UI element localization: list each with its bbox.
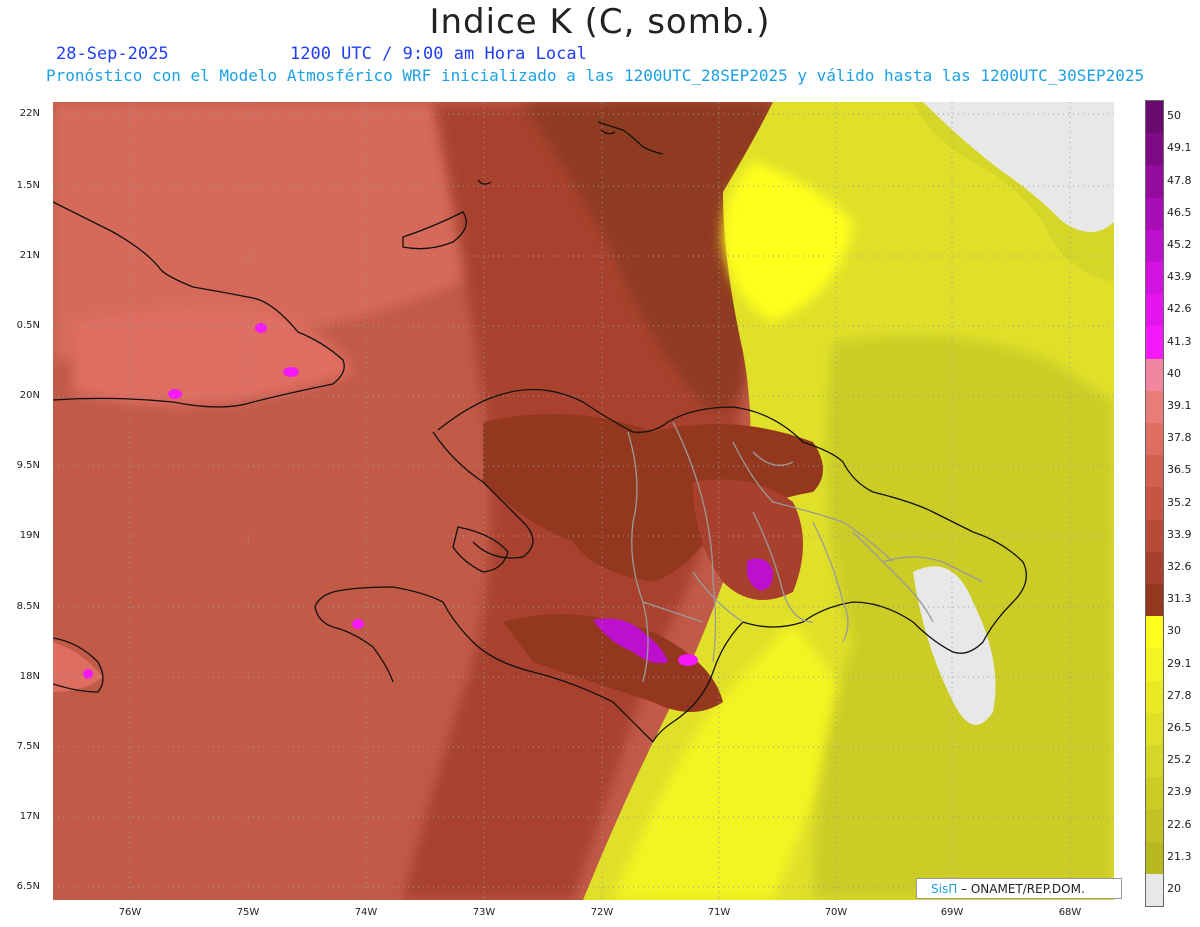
colorbar-box	[1146, 648, 1163, 682]
colorbar-box	[1146, 423, 1163, 456]
lat-label: 9.5N	[16, 460, 40, 471]
k-index-map	[53, 102, 1114, 900]
colorbar-box	[1146, 294, 1163, 327]
lon-label: 68W	[1058, 907, 1082, 918]
colorbar-box	[1146, 584, 1163, 617]
colorbar-label: 29.1	[1167, 656, 1192, 670]
colorbar-label: 49.1	[1167, 141, 1192, 155]
map-title: Indice K (C, somb.)	[429, 2, 771, 42]
colorbar-box	[1146, 745, 1163, 778]
colorbar-label: 37.8	[1167, 431, 1192, 445]
colorbar-box	[1146, 165, 1163, 199]
colorbar-box	[1146, 197, 1163, 231]
peak-cuba-1	[255, 323, 267, 333]
lat-label: 17N	[19, 811, 40, 822]
lon-label: 70W	[824, 907, 848, 918]
colorbar-box	[1146, 712, 1163, 746]
lat-label: 6.5N	[16, 881, 40, 892]
lat-label: 22N	[19, 108, 40, 119]
credit-brand: SisΠ	[931, 882, 958, 896]
colorbar-label: 50	[1167, 109, 1181, 123]
colorbar-box	[1146, 101, 1163, 134]
colorbar-label: 36.5	[1167, 463, 1192, 477]
peak-cuba-3	[168, 389, 182, 399]
colorbar-label: 47.8	[1167, 173, 1192, 187]
colorbar-box	[1146, 777, 1163, 810]
lon-label: 74W	[354, 907, 378, 918]
peak-haiti-se	[678, 654, 698, 666]
colorbar-box	[1146, 616, 1163, 649]
colorbar-label: 21.3	[1167, 849, 1192, 863]
colorbar-label: 30	[1167, 624, 1181, 638]
colorbar-box	[1146, 519, 1163, 553]
colorbar-label: 46.5	[1167, 205, 1192, 219]
colorbar-label: 35.2	[1167, 495, 1192, 509]
forecast-date: 28-Sep-2025	[56, 44, 169, 64]
colorbar-label: 26.5	[1167, 720, 1192, 734]
lon-label: 69W	[940, 907, 964, 918]
colorbar-label: 25.2	[1167, 753, 1192, 767]
colorbar-box	[1146, 390, 1163, 424]
lon-label: 72W	[590, 907, 614, 918]
colorbar-box	[1146, 809, 1163, 843]
lon-label: 71W	[707, 907, 731, 918]
lon-label: 76W	[118, 907, 142, 918]
lat-label: 20N	[19, 390, 40, 401]
lon-label: 73W	[472, 907, 496, 918]
colorbar-label: 20	[1167, 881, 1181, 895]
colorbar-label: 40	[1167, 366, 1181, 380]
colorbar-box	[1146, 487, 1163, 521]
colorbar-label: 42.6	[1167, 302, 1192, 316]
colorbar-label: 23.9	[1167, 785, 1192, 799]
colorbar-label: 39.1	[1167, 398, 1192, 412]
lon-label: 75W	[236, 907, 260, 918]
colorbar-box	[1146, 873, 1163, 907]
lat-label: 19N	[19, 530, 40, 541]
lat-label: 21N	[19, 250, 40, 261]
lat-label: 18N	[19, 671, 40, 682]
colorbar-label: 31.3	[1167, 592, 1192, 606]
colorbar	[1145, 100, 1164, 907]
colorbar-box	[1146, 229, 1163, 263]
lat-label: 7.5N	[16, 741, 40, 752]
colorbar-box	[1146, 358, 1163, 392]
peak-haiti-west	[352, 619, 364, 629]
lat-label: 1.5N	[16, 180, 40, 191]
lat-label: 0.5N	[16, 320, 40, 331]
colorbar-box	[1146, 551, 1163, 585]
colorbar-box	[1146, 680, 1163, 714]
colorbar-box	[1146, 455, 1163, 488]
peak-cuba-2	[283, 367, 299, 377]
colorbar-box	[1146, 133, 1163, 166]
colorbar-box	[1146, 841, 1163, 875]
colorbar-box	[1146, 262, 1163, 295]
colorbar-box	[1146, 326, 1163, 360]
credit-text: – ONAMET/REP.DOM.	[957, 882, 1085, 896]
colorbar-label: 27.8	[1167, 688, 1192, 702]
colorbar-label: 32.6	[1167, 559, 1192, 573]
lat-label: 8.5N	[16, 601, 40, 612]
map-svg	[53, 102, 1114, 900]
credit-box: SisΠ – ONAMET/REP.DOM.	[916, 878, 1122, 899]
colorbar-label: 43.9	[1167, 270, 1192, 284]
colorbar-label: 22.6	[1167, 817, 1192, 831]
forecast-subtitle: Pronóstico con el Modelo Atmosférico WRF…	[46, 66, 1145, 85]
forecast-time: 1200 UTC / 9:00 am Hora Local	[290, 44, 587, 64]
colorbar-label: 45.2	[1167, 237, 1192, 251]
colorbar-label: 41.3	[1167, 334, 1192, 348]
colorbar-label: 33.9	[1167, 527, 1192, 541]
